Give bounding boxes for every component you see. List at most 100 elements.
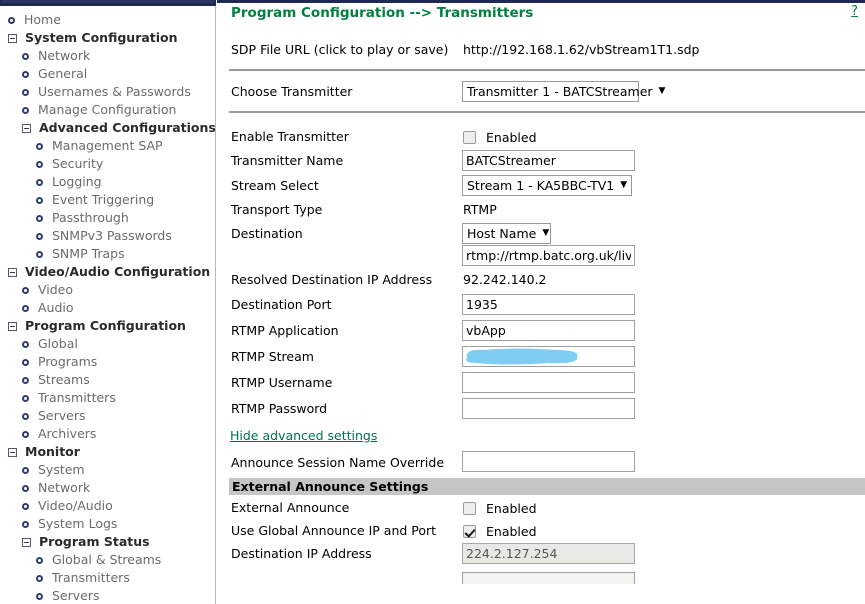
sidebar-item-archivers[interactable]: Archivers bbox=[0, 425, 215, 443]
destination-host-input[interactable] bbox=[462, 245, 635, 266]
bullet-icon bbox=[22, 53, 29, 60]
sidebar-item-label: System Configuration bbox=[25, 29, 178, 47]
sidebar-item-program-configuration[interactable]: Program Configuration bbox=[0, 317, 215, 335]
sidebar-item-event-triggering[interactable]: Event Triggering bbox=[0, 191, 215, 209]
transmitter-name-input[interactable] bbox=[462, 150, 635, 171]
sidebar-item-network[interactable]: Network bbox=[0, 47, 215, 65]
sidebar-item-video-audio[interactable]: Video/Audio bbox=[0, 497, 215, 515]
use-global-announce-checkbox[interactable] bbox=[463, 525, 476, 538]
sidebar-item-label: Event Triggering bbox=[52, 191, 154, 209]
bullet-icon bbox=[22, 521, 29, 528]
bullet-icon bbox=[22, 71, 29, 78]
enable-transmitter-checkbox-row[interactable]: Enabled bbox=[463, 130, 537, 145]
sidebar-item-label: Program Status bbox=[39, 533, 150, 551]
sidebar-item-label: Transmitters bbox=[52, 569, 130, 587]
use-global-announce-label: Use Global Announce IP and Port bbox=[231, 523, 436, 538]
rtmp-username-label: RTMP Username bbox=[231, 375, 332, 390]
page-root: HomeSystem ConfigurationNetworkGeneralUs… bbox=[0, 0, 865, 604]
sidebar-item-manage-configuration[interactable]: Manage Configuration bbox=[0, 101, 215, 119]
stream-select-label: Stream Select bbox=[231, 178, 319, 193]
sidebar-item-label: System Logs bbox=[38, 515, 117, 533]
destination-port-input[interactable] bbox=[462, 294, 635, 315]
sidebar-item-video-audio-configuration[interactable]: Video/Audio Configuration bbox=[0, 263, 215, 281]
collapse-minus-icon[interactable] bbox=[8, 268, 17, 277]
sidebar-item-management-sap[interactable]: Management SAP bbox=[0, 137, 215, 155]
bullet-icon bbox=[22, 287, 29, 294]
collapse-minus-icon[interactable] bbox=[8, 448, 17, 457]
sidebar-item-label: Global bbox=[38, 335, 78, 353]
sidebar-item-label: System bbox=[38, 461, 85, 479]
cut-off-input-bottom[interactable] bbox=[462, 572, 635, 584]
collapse-minus-icon[interactable] bbox=[22, 124, 31, 133]
bullet-icon bbox=[22, 377, 29, 384]
enable-transmitter-checkbox[interactable] bbox=[463, 131, 476, 144]
sidebar-item-transmitters[interactable]: Transmitters bbox=[0, 389, 215, 407]
external-announce-checkbox-row[interactable]: Enabled bbox=[463, 501, 537, 516]
sidebar-item-label: Advanced Configurations bbox=[39, 119, 216, 137]
collapse-minus-icon[interactable] bbox=[22, 538, 31, 547]
sidebar-item-label: SNMP Traps bbox=[52, 245, 125, 263]
sidebar-item-usernames-passwords[interactable]: Usernames & Passwords bbox=[0, 83, 215, 101]
sdp-file-url-value[interactable]: http://192.168.1.62/vbStream1T1.sdp bbox=[463, 42, 699, 57]
sidebar-item-audio[interactable]: Audio bbox=[0, 299, 215, 317]
collapse-minus-icon[interactable] bbox=[8, 34, 17, 43]
transport-type-value: RTMP bbox=[463, 202, 497, 217]
sidebar-item-transmitters[interactable]: Transmitters bbox=[0, 569, 215, 587]
external-announce-checkbox[interactable] bbox=[463, 502, 476, 515]
chevron-down-icon: ▼ bbox=[653, 87, 666, 96]
bullet-icon bbox=[22, 467, 29, 474]
sidebar-item-video[interactable]: Video bbox=[0, 281, 215, 299]
rtmp-application-input[interactable] bbox=[462, 320, 635, 341]
sidebar-item-home[interactable]: Home bbox=[0, 11, 215, 29]
rtmp-stream-input[interactable] bbox=[462, 346, 635, 367]
sidebar-item-label: Video bbox=[38, 281, 73, 299]
sidebar-item-snmp-traps[interactable]: SNMP Traps bbox=[0, 245, 215, 263]
sidebar-item-advanced-configurations[interactable]: Advanced Configurations bbox=[0, 119, 215, 137]
chevron-down-icon: ▼ bbox=[614, 181, 627, 190]
sidebar-item-logging[interactable]: Logging bbox=[0, 173, 215, 191]
bullet-icon bbox=[22, 341, 29, 348]
help-icon[interactable]: ? bbox=[851, 4, 858, 19]
stream-select-dropdown[interactable]: Stream 1 - KA5BBC-TV1 ▼ bbox=[462, 175, 632, 196]
sidebar-item-label: Manage Configuration bbox=[38, 101, 176, 119]
sidebar-item-servers[interactable]: Servers bbox=[0, 587, 215, 604]
sidebar-item-network[interactable]: Network bbox=[0, 479, 215, 497]
rtmp-username-input[interactable] bbox=[462, 372, 635, 393]
transport-type-label: Transport Type bbox=[231, 202, 322, 217]
sidebar-item-programs[interactable]: Programs bbox=[0, 353, 215, 371]
bullet-icon bbox=[22, 359, 29, 366]
sidebar-item-global-streams[interactable]: Global & Streams bbox=[0, 551, 215, 569]
use-global-announce-checkbox-row[interactable]: Enabled bbox=[463, 524, 537, 539]
sidebar-item-system[interactable]: System bbox=[0, 461, 215, 479]
bullet-icon bbox=[36, 215, 43, 222]
sidebar-item-label: Audio bbox=[38, 299, 74, 317]
sidebar-item-streams[interactable]: Streams bbox=[0, 371, 215, 389]
sidebar-item-program-status[interactable]: Program Status bbox=[0, 533, 215, 551]
sidebar-item-system-logs[interactable]: System Logs bbox=[0, 515, 215, 533]
sidebar-item-snmpv3-passwords[interactable]: SNMPv3 Passwords bbox=[0, 227, 215, 245]
main-content: Program Configuration --> Transmitters ?… bbox=[217, 0, 865, 604]
chevron-down-icon: ▼ bbox=[536, 229, 549, 238]
sidebar-item-passthrough[interactable]: Passthrough bbox=[0, 209, 215, 227]
sidebar-item-label: Video/Audio bbox=[38, 497, 113, 515]
sidebar-item-security[interactable]: Security bbox=[0, 155, 215, 173]
rtmp-password-input[interactable] bbox=[462, 398, 635, 419]
use-global-announce-checkbox-label: Enabled bbox=[486, 524, 537, 539]
sidebar-item-label: Servers bbox=[38, 407, 86, 425]
hide-advanced-settings-link[interactable]: Hide advanced settings bbox=[230, 428, 377, 443]
sidebar-item-label: Network bbox=[38, 47, 90, 65]
collapse-minus-icon[interactable] bbox=[8, 322, 17, 331]
choose-transmitter-select[interactable]: Transmitter 1 - BATCStreamer ▼ bbox=[462, 81, 639, 102]
announce-destination-ip-input[interactable] bbox=[462, 543, 635, 564]
sidebar-item-label: Global & Streams bbox=[52, 551, 161, 569]
sidebar-item-monitor[interactable]: Monitor bbox=[0, 443, 215, 461]
sidebar-item-system-configuration[interactable]: System Configuration bbox=[0, 29, 215, 47]
main-top-rule bbox=[217, 0, 865, 3]
divider-below-chooser bbox=[229, 111, 865, 113]
bullet-icon bbox=[22, 503, 29, 510]
destination-mode-select[interactable]: Host Name ▼ bbox=[462, 223, 551, 244]
announce-session-name-override-input[interactable] bbox=[462, 451, 635, 472]
sidebar-item-general[interactable]: General bbox=[0, 65, 215, 83]
sidebar-item-global[interactable]: Global bbox=[0, 335, 215, 353]
sidebar-item-servers[interactable]: Servers bbox=[0, 407, 215, 425]
